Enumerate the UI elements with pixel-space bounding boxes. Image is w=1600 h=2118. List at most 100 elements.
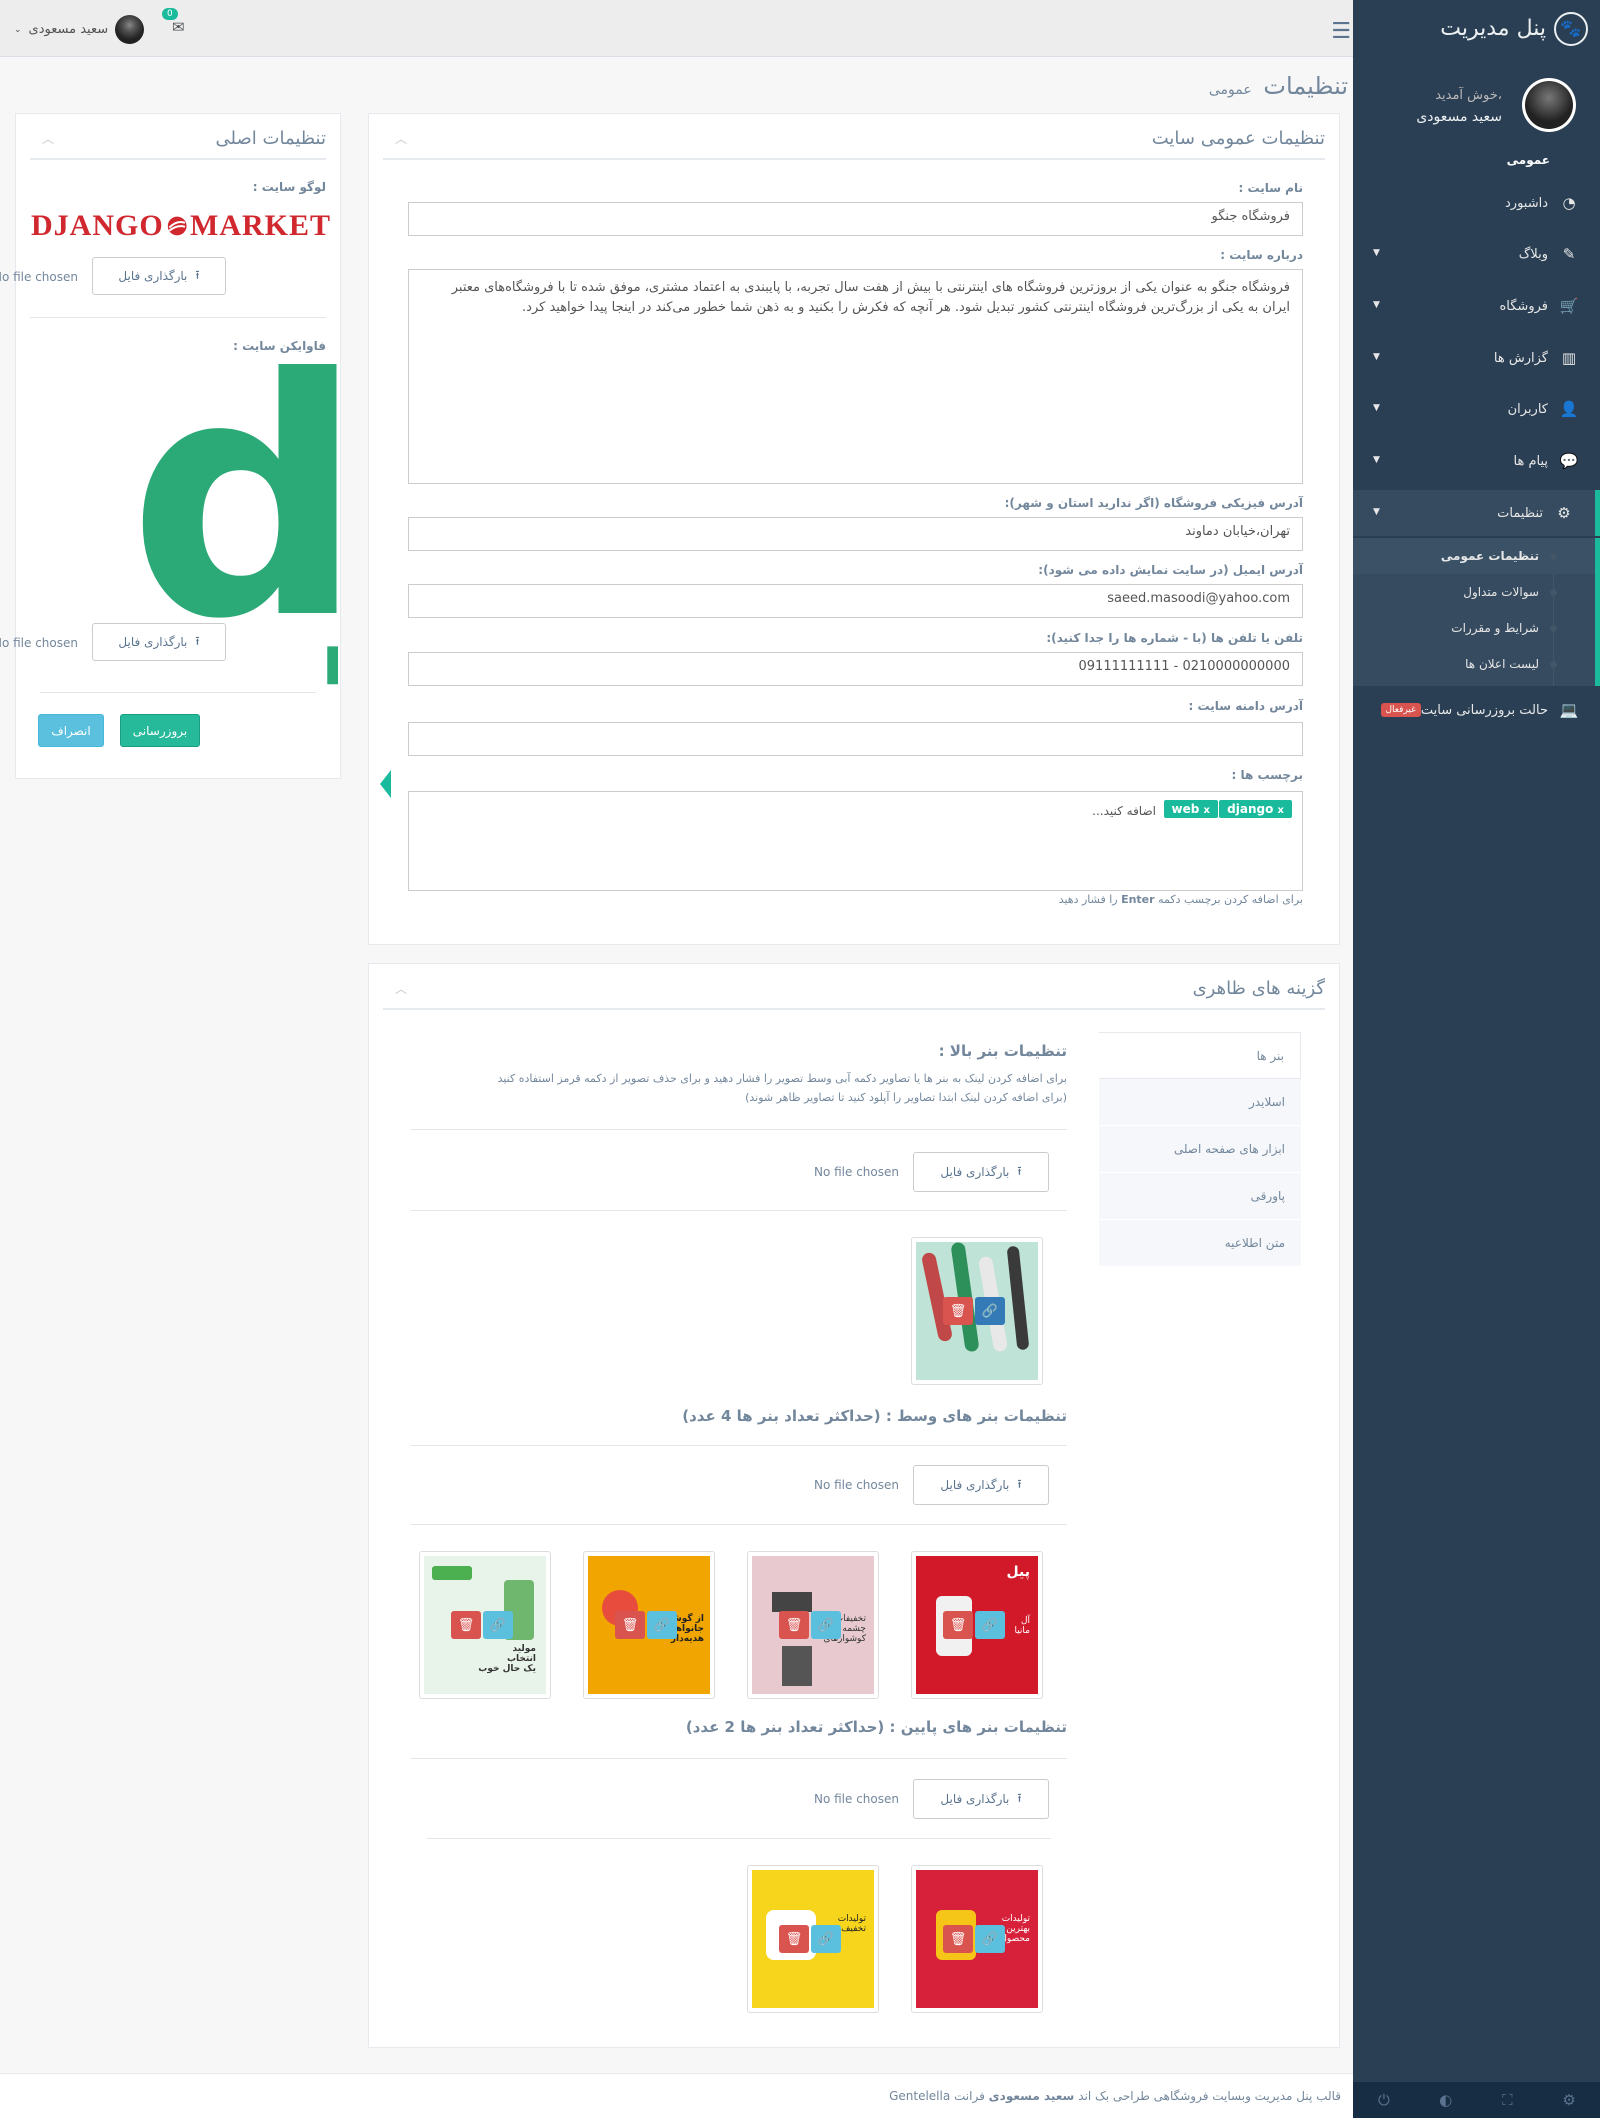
profile-name: سعید مسعودی <box>1416 109 1502 125</box>
delete-banner-button[interactable]: 🗑 <box>943 1925 973 1953</box>
submenu-item-terms[interactable]: شرایط و مقررات <box>1353 610 1595 646</box>
main-settings-panel: تنظیمات اصلی ︿ لوگو سایت : DJANGO MARKET … <box>0 113 341 779</box>
sidebar-item-label: حالت بروزرسانی سایت <box>1420 702 1548 718</box>
banner-thumb: از گوشی جانواهی هدیه‌دار 🗑 🔗 <box>583 1551 715 1699</box>
site-name-input[interactable]: فروشگاه جنگو <box>408 202 1303 236</box>
link-banner-button[interactable]: 🔗 <box>975 1925 1005 1953</box>
tab-home-tools[interactable]: ابزار های صفحه اصلی <box>1099 1126 1301 1173</box>
chevron-down-icon: ▼ <box>1373 300 1380 310</box>
tags-input[interactable]: django x web x اضافه کنید... <box>408 791 1303 891</box>
tag-chip[interactable]: django x <box>1219 800 1292 818</box>
fullscreen-icon[interactable]: ⛶ <box>1477 2082 1539 2118</box>
edit-icon: ✎ <box>1562 245 1576 263</box>
menu-toggle-icon[interactable]: ☰ <box>1331 19 1351 44</box>
settings-toggle-arrow[interactable] <box>380 770 391 798</box>
delete-banner-button[interactable]: 🗑 <box>779 1611 809 1639</box>
delete-banner-button[interactable]: 🗑 <box>451 1611 481 1639</box>
tab-footer[interactable]: پاورقی <box>1099 1173 1301 1220</box>
email-label: آدرس ایمیل (در سایت نمایش داده می شود): <box>1038 563 1303 577</box>
submenu-item-notifications[interactable]: لیست اعلان ها <box>1353 646 1595 682</box>
save-button[interactable]: بروزرسانی <box>120 714 200 747</box>
bottom-banner-title: تنظیمات بنر های پایین : (حداکثر تعداد بن… <box>685 1718 1067 1736</box>
page-footer: قالب پنل مدیریت وبسایت فروشگاهی طراحی بک… <box>0 2073 1353 2118</box>
link-banner-button[interactable]: 🔗 <box>483 1611 513 1639</box>
tab-banners[interactable]: بنر ها <box>1099 1032 1301 1079</box>
link-banner-button[interactable]: 🔗 <box>975 1297 1005 1325</box>
user-dropdown[interactable]: ⌄ سعید مسعودی <box>14 15 145 44</box>
link-banner-button[interactable]: 🔗 <box>811 1925 841 1953</box>
avatar <box>1522 78 1576 132</box>
page-title: تنظیمات عمومی <box>1208 72 1348 100</box>
paw-icon: 🐾 <box>1554 11 1588 46</box>
footer-author[interactable]: سعید مسعودی <box>989 2089 1075 2103</box>
delete-banner-button[interactable]: 🗑 <box>943 1611 973 1639</box>
brand[interactable]: پنل مدیریت 🐾 <box>1353 0 1600 57</box>
phone-label: تلفن یا تلفن ها (با - شماره ها را جدا کن… <box>1046 631 1303 645</box>
sidebar-item-label: وبلاگ <box>1518 246 1548 262</box>
logo-label: لوگو سایت : <box>252 180 326 194</box>
sidebar-item-dashboard[interactable]: داشبورد ◔ <box>1353 180 1600 226</box>
cancel-button[interactable]: انصراف <box>38 714 104 747</box>
link-banner-button[interactable]: 🔗 <box>647 1611 677 1639</box>
upload-icon: ⭱ <box>195 267 200 282</box>
link-banner-button[interactable]: 🔗 <box>811 1611 841 1639</box>
email-field[interactable]: saeed.masoodi@yahoo.com <box>408 584 1303 618</box>
middle-banner-title: تنظیمات بنر های وسط : (حداکثر تعداد بنر … <box>682 1407 1067 1425</box>
gear-icon: ⚙ <box>1557 504 1571 522</box>
sidebar-item-maintenance[interactable]: غیرفعال حالت بروزرسانی سایت 💻 <box>1353 687 1600 733</box>
delete-banner-button[interactable]: 🗑 <box>779 1925 809 1953</box>
tags-label: برچسب ها : <box>1231 768 1303 782</box>
tab-announcement[interactable]: متن اطلاعیه <box>1099 1220 1301 1267</box>
about-textarea[interactable]: فروشگاه جنگو به عنوان یکی از بروزترین فر… <box>408 269 1303 484</box>
submenu-item-general[interactable]: تنظیمات عمومی <box>1353 538 1595 574</box>
sidebar-item-messages[interactable]: ▼ پیام ها 💬 <box>1353 438 1600 484</box>
submenu-item-faq[interactable]: سوالات متداول <box>1353 574 1595 610</box>
tab-slider[interactable]: اسلایدر <box>1099 1079 1301 1126</box>
top-banner-help-2: (برای اضافه کردن لینک ابتدا تصاویر را آپ… <box>745 1091 1067 1104</box>
welcome-text: خوش آمدید، <box>1435 88 1502 103</box>
mail-count-badge: 0 <box>162 8 178 20</box>
logo-globe-icon <box>167 216 187 236</box>
domain-input[interactable] <box>408 722 1303 756</box>
top-banner-upload-button[interactable]: ⭱ بارگذاری فایل <box>913 1152 1049 1192</box>
sidebar-item-blog[interactable]: ▼ وبلاگ ✎ <box>1353 231 1600 277</box>
favicon-upload-button[interactable]: ⭱ بارگذاری فایل <box>92 623 226 661</box>
eye-slash-icon[interactable]: ◐ <box>1415 2082 1477 2118</box>
delete-banner-button[interactable]: 🗑 <box>943 1297 973 1325</box>
power-icon[interactable]: ⏻ <box>1353 2082 1415 2118</box>
sidebar-item-shop[interactable]: ▼ فروشگاه 🛒 <box>1353 283 1600 329</box>
appearance-panel: گزینه های ظاهری ︿ بنر ها اسلایدر ابزار ها… <box>368 963 1340 2048</box>
chevron-down-icon: ▼ <box>1373 352 1380 362</box>
status-badge: غیرفعال <box>1380 703 1421 717</box>
gear-icon[interactable]: ⚙ <box>1538 2082 1600 2118</box>
chevron-up-icon[interactable]: ︿ <box>395 130 407 147</box>
banner-thumb: تخفیفات چشمه کوشوارهای 🗑 🔗 <box>747 1551 879 1699</box>
chevron-up-icon[interactable]: ︿ <box>395 980 407 997</box>
remove-tag-icon[interactable]: x <box>1278 805 1284 816</box>
envelope-icon[interactable]: ✉ 0 <box>162 8 185 36</box>
page-subtitle: عمومی <box>1208 82 1252 98</box>
logo-file-status: No file chosen <box>0 270 78 284</box>
address-label: آدرس فیزیکی فروشگاه (اگر ندارید استان و … <box>1004 496 1303 510</box>
sidebar-item-label: تنظیمات <box>1497 505 1543 521</box>
sidebar-item-reports[interactable]: ▼ گزارش ها ▥ <box>1353 335 1600 381</box>
site-logo: DJANGO MARKET <box>31 209 331 242</box>
cart-icon: 🛒 <box>1559 297 1579 315</box>
sidebar-footer: ⏻ ◐ ⛶ ⚙ <box>1353 2082 1600 2118</box>
middle-banner-upload-button[interactable]: ⭱ بارگذاری فایل <box>913 1465 1049 1505</box>
sidebar-item-label: فروشگاه <box>1499 298 1548 314</box>
remove-tag-icon[interactable]: x <box>1204 805 1210 816</box>
sidebar: پنل مدیریت 🐾 خوش آمدید، سعید مسعودی عموم… <box>1353 0 1600 2118</box>
chevron-up-icon[interactable]: ︿ <box>42 130 54 147</box>
delete-banner-button[interactable]: 🗑 <box>615 1611 645 1639</box>
address-input[interactable]: تهران،خیابان دماوند <box>408 517 1303 551</box>
favicon-file-status: No file chosen <box>0 636 78 650</box>
tag-chip[interactable]: web x <box>1163 800 1218 818</box>
sidebar-item-settings[interactable]: ▼ تنظیمات ⚙ <box>1353 490 1600 536</box>
laptop-icon: 💻 <box>1559 701 1579 719</box>
logo-upload-button[interactable]: ⭱ بارگذاری فایل <box>92 257 226 295</box>
phone-field[interactable]: 0210000000000 - 09111111111 <box>408 652 1303 686</box>
sidebar-item-users[interactable]: ▼ کاربران 👤 <box>1353 386 1600 432</box>
bottom-banner-upload-button[interactable]: ⭱ بارگذاری فایل <box>913 1779 1049 1819</box>
link-banner-button[interactable]: 🔗 <box>975 1611 1005 1639</box>
